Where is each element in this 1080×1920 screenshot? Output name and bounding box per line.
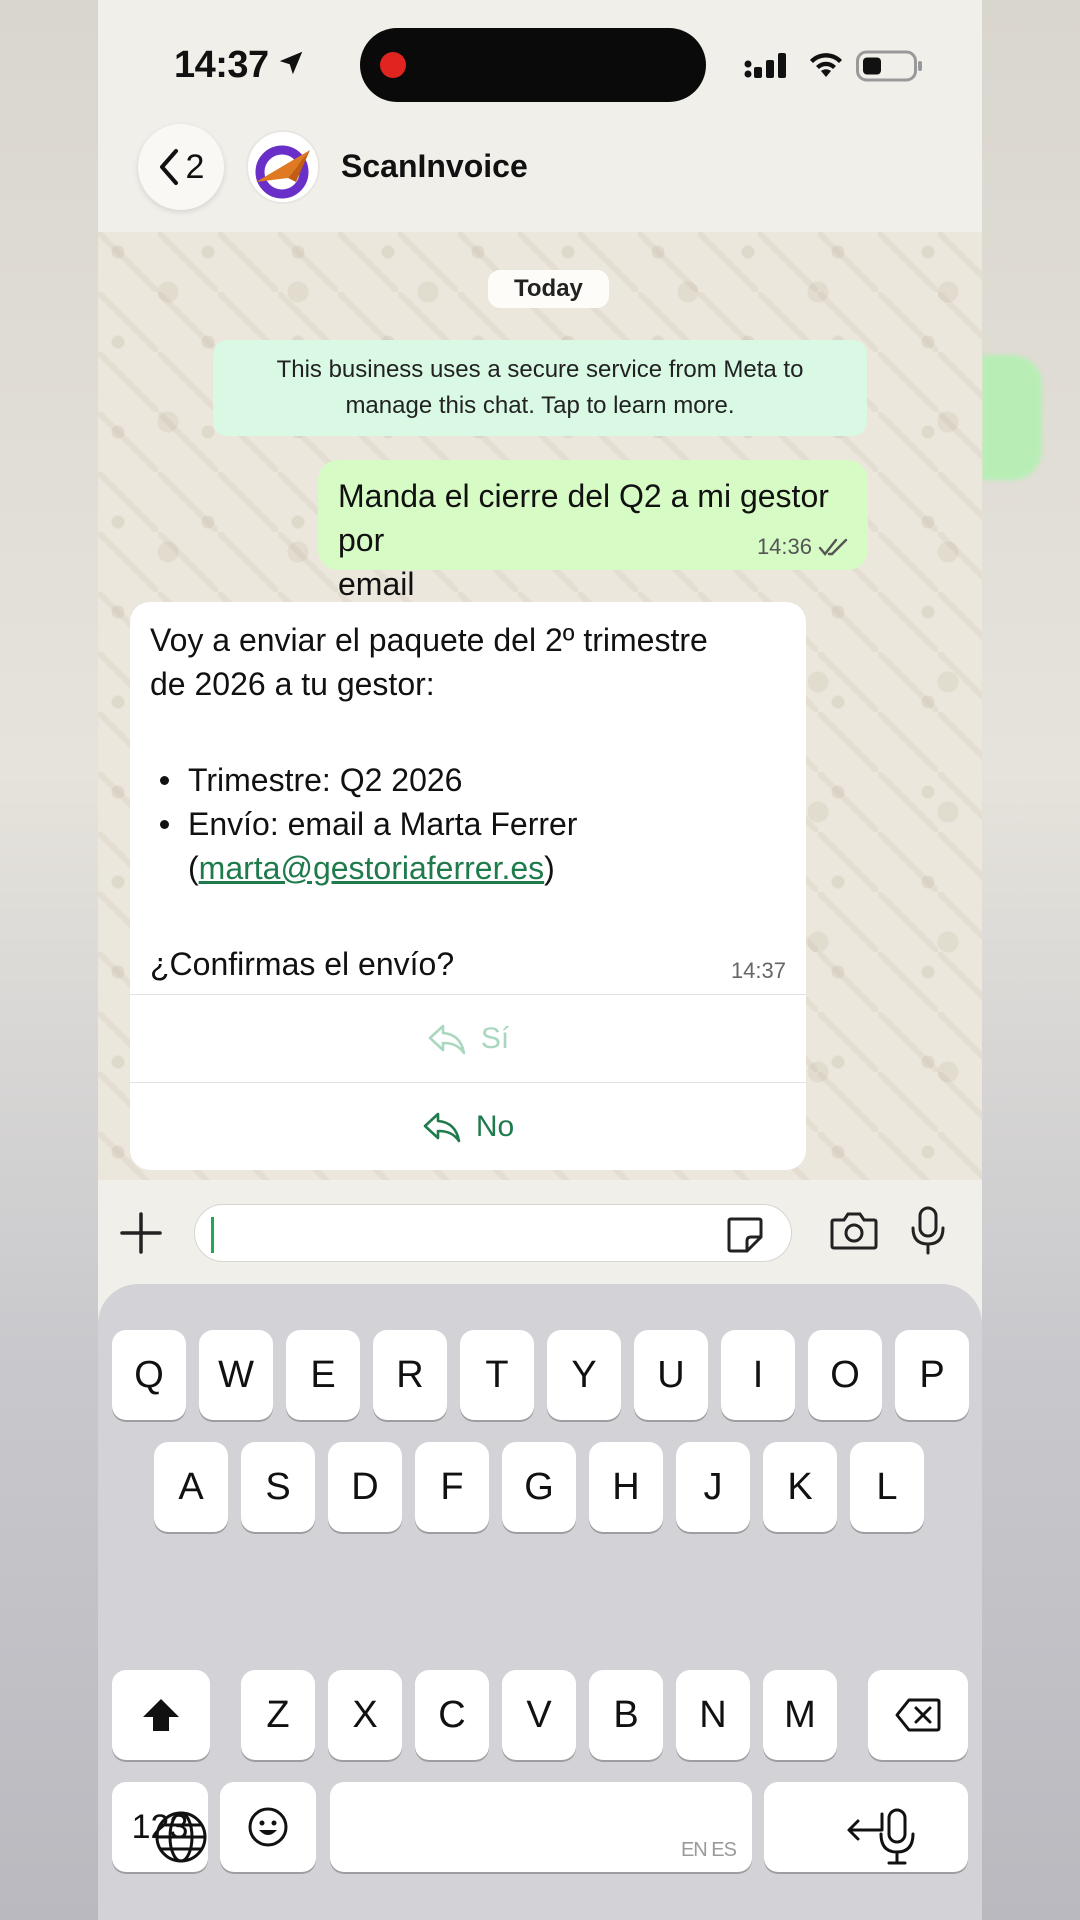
- key-h[interactable]: H: [589, 1442, 663, 1532]
- incoming-message[interactable]: Voy a enviar el paquete del 2º trimestre…: [130, 602, 806, 1170]
- chevron-left-icon: [159, 149, 178, 185]
- message-input[interactable]: [194, 1204, 792, 1262]
- avatar[interactable]: [246, 130, 320, 204]
- key-g[interactable]: G: [502, 1442, 576, 1532]
- microphone-icon[interactable]: [910, 1206, 946, 1256]
- backspace-icon: [895, 1698, 941, 1732]
- key-e[interactable]: E: [286, 1330, 360, 1420]
- location-arrow-icon: [279, 51, 303, 75]
- status-time: 14:37: [174, 44, 269, 86]
- space-key[interactable]: EN ES: [330, 1782, 752, 1872]
- key-v[interactable]: V: [502, 1670, 576, 1760]
- detail-list: Trimestre: Q2 2026 Envío: email a Marta …: [150, 758, 786, 890]
- key-i[interactable]: I: [721, 1330, 795, 1420]
- key-u[interactable]: U: [634, 1330, 708, 1420]
- message-line: de 2026 a tu gestor:: [150, 666, 435, 702]
- notice-line: This business uses a secure service from…: [276, 356, 804, 383]
- dictation-mic-icon[interactable]: [878, 1808, 916, 1866]
- plus-icon[interactable]: [120, 1212, 162, 1254]
- key-l[interactable]: L: [850, 1442, 924, 1532]
- paren-close: ): [544, 850, 555, 886]
- status-bar: 14:37: [98, 0, 982, 120]
- key-r[interactable]: R: [373, 1330, 447, 1420]
- blurred-bubble: [982, 355, 1042, 480]
- meta-business-notice[interactable]: This business uses a secure service from…: [213, 340, 867, 436]
- list-item-text: Envío: email a Marta Ferrer: [188, 806, 578, 842]
- key-j[interactable]: J: [676, 1442, 750, 1532]
- key-k[interactable]: K: [763, 1442, 837, 1532]
- backspace-key[interactable]: [868, 1670, 968, 1760]
- key-w[interactable]: W: [199, 1330, 273, 1420]
- message-time: 14:36: [756, 534, 812, 559]
- message-meta: 14:36: [757, 534, 850, 560]
- list-item: Envío: email a Marta Ferrer (marta@gesto…: [158, 802, 786, 890]
- message-composer: [98, 1180, 982, 1284]
- chat-area[interactable]: Today This business uses a secure servic…: [98, 232, 982, 1180]
- recording-indicator-icon: [380, 52, 406, 78]
- outgoing-message[interactable]: Manda el cierre del Q2 a mi gestor por e…: [318, 460, 868, 602]
- key-p[interactable]: P: [895, 1330, 969, 1420]
- message-line: email: [338, 566, 415, 602]
- message-time: 14:37: [730, 958, 786, 983]
- paren-open: (: [188, 850, 199, 886]
- blurred-backdrop-right: [982, 0, 1080, 1920]
- camera-icon[interactable]: [830, 1210, 878, 1252]
- key-n[interactable]: N: [676, 1670, 750, 1760]
- phone-screen: 14:37 2 ScanInvoice Today This business …: [98, 0, 982, 1920]
- email-link[interactable]: marta@gestoriaferrer.es: [199, 850, 545, 886]
- key-q[interactable]: Q: [112, 1330, 186, 1420]
- double-check-icon: [818, 538, 848, 556]
- quick-reply-yes-button[interactable]: Sí: [130, 994, 806, 1082]
- key-o[interactable]: O: [808, 1330, 882, 1420]
- list-item-text: Trimestre: Q2 2026: [188, 762, 463, 798]
- emoji-key[interactable]: [220, 1782, 316, 1872]
- shift-key[interactable]: [112, 1670, 210, 1760]
- notice-line: manage this chat. Tap to learn more.: [345, 392, 735, 419]
- key-z[interactable]: Z: [241, 1670, 315, 1760]
- key-s[interactable]: S: [241, 1442, 315, 1532]
- chat-header: 2 ScanInvoice: [98, 120, 982, 232]
- key-x[interactable]: X: [328, 1670, 402, 1760]
- emoji-icon: [248, 1807, 288, 1847]
- key-c[interactable]: C: [415, 1670, 489, 1760]
- on-screen-keyboard: 123 EN ES QWERTYUIOPASDFGHJKLZXCVBNM: [98, 1284, 982, 1920]
- key-d[interactable]: D: [328, 1442, 402, 1532]
- chat-title[interactable]: ScanInvoice: [341, 148, 528, 185]
- back-button[interactable]: 2: [138, 124, 224, 210]
- globe-icon[interactable]: [154, 1810, 208, 1864]
- dynamic-island: [360, 28, 706, 102]
- battery-icon: [856, 50, 922, 82]
- quick-reply-label: No: [475, 1109, 515, 1143]
- blurred-backdrop-left: [0, 0, 98, 1920]
- key-a[interactable]: A: [154, 1442, 228, 1532]
- wifi-icon: [810, 53, 842, 77]
- key-m[interactable]: M: [763, 1670, 837, 1760]
- key-t[interactable]: T: [460, 1330, 534, 1420]
- reply-icon: [428, 1024, 466, 1054]
- quick-reply-label: Sí: [480, 1021, 510, 1055]
- reply-icon: [423, 1112, 461, 1142]
- cellular-signal-icon: [744, 53, 786, 78]
- key-b[interactable]: B: [589, 1670, 663, 1760]
- confirmation-question: ¿Confirmas el envío?: [150, 946, 455, 982]
- sticker-icon[interactable]: [725, 1215, 765, 1255]
- list-item: Trimestre: Q2 2026: [158, 758, 786, 802]
- return-key[interactable]: [764, 1782, 968, 1872]
- message-line: Voy a enviar el paquete del 2º trimestre: [150, 622, 708, 658]
- shift-icon: [143, 1699, 179, 1731]
- unread-count: 2: [185, 147, 205, 186]
- scaninvoice-logo-icon: [255, 145, 310, 199]
- key-f[interactable]: F: [415, 1442, 489, 1532]
- key-y[interactable]: Y: [547, 1330, 621, 1420]
- quick-reply-no-button[interactable]: No: [130, 1082, 806, 1170]
- language-hint: EN ES: [680, 1839, 737, 1861]
- message-body: Voy a enviar el paquete del 2º trimestre…: [130, 602, 806, 1002]
- text-caret: [211, 1217, 214, 1253]
- date-separator: Today: [488, 270, 609, 308]
